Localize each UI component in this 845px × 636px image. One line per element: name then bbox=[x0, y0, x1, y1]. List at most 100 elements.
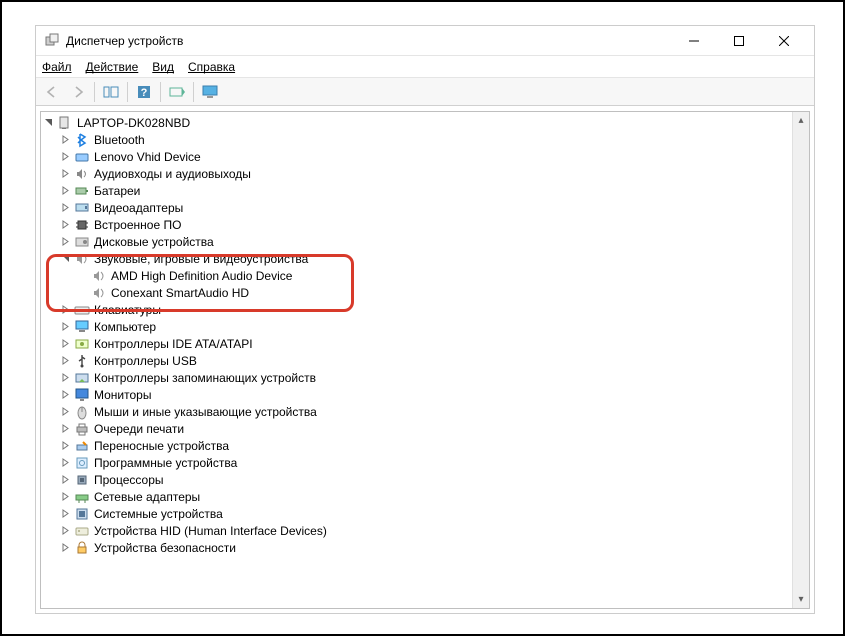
inner-window: Диспетчер устройств Файл Действие Вид Сп… bbox=[35, 25, 815, 614]
tree-label: Встроенное ПО bbox=[92, 218, 181, 232]
tree-row-cat2-9[interactable]: Программные устройства bbox=[41, 454, 809, 471]
tree-row-cat2-0[interactable]: Клавиатуры bbox=[41, 301, 809, 318]
app-icon bbox=[44, 33, 60, 49]
expand-icon[interactable] bbox=[58, 167, 72, 181]
tree-label: Контроллеры USB bbox=[92, 354, 197, 368]
scan-button[interactable] bbox=[165, 81, 189, 103]
expand-icon[interactable] bbox=[58, 490, 72, 504]
tree-row-cat2-7[interactable]: Очереди печати bbox=[41, 420, 809, 437]
hid-icon bbox=[74, 523, 90, 539]
tree-label: AMD High Definition Audio Device bbox=[109, 269, 292, 283]
device-tree[interactable]: LAPTOP-DK028NBDBluetooth Lenovo Vhid Devi… bbox=[41, 114, 809, 606]
tree-label: Батареи bbox=[92, 184, 140, 198]
tree-row-cat-0[interactable]: Bluetooth bbox=[41, 131, 809, 148]
expand-icon[interactable] bbox=[58, 371, 72, 385]
expand-icon[interactable] bbox=[58, 320, 72, 334]
expand-icon[interactable] bbox=[58, 439, 72, 453]
expand-icon[interactable] bbox=[58, 541, 72, 555]
minimize-button[interactable] bbox=[671, 27, 716, 55]
tree-row-cat-2[interactable]: Аудиовходы и аудиовыходы bbox=[41, 165, 809, 182]
security-icon bbox=[74, 540, 90, 556]
menu-file[interactable]: Файл bbox=[42, 60, 72, 74]
tree-row-cat2-13[interactable]: Устройства HID (Human Interface Devices) bbox=[41, 522, 809, 539]
audio-vol-icon bbox=[91, 285, 107, 301]
forward-button[interactable] bbox=[66, 81, 90, 103]
expand-icon[interactable] bbox=[58, 405, 72, 419]
tree-row-audio-child-1[interactable]: Conexant SmartAudio HD bbox=[41, 284, 809, 301]
expand-icon[interactable] bbox=[58, 133, 72, 147]
menu-view[interactable]: Вид bbox=[152, 60, 174, 74]
storage-icon bbox=[74, 370, 90, 386]
expand-icon[interactable] bbox=[58, 388, 72, 402]
tree-row-cat2-3[interactable]: Контроллеры USB bbox=[41, 352, 809, 369]
back-button[interactable] bbox=[40, 81, 64, 103]
menu-action[interactable]: Действие bbox=[86, 60, 139, 74]
expand-icon[interactable] bbox=[58, 303, 72, 317]
expand-icon[interactable] bbox=[58, 422, 72, 436]
toolbar: ? bbox=[36, 78, 814, 106]
tree-row-root[interactable]: LAPTOP-DK028NBD bbox=[41, 114, 809, 131]
monitor-button[interactable] bbox=[198, 81, 222, 103]
tree-row-cat2-1[interactable]: Компьютер bbox=[41, 318, 809, 335]
toolbar-separator bbox=[193, 82, 194, 102]
tree-row-cat2-5[interactable]: Мониторы bbox=[41, 386, 809, 403]
tree-label: Устройства HID (Human Interface Devices) bbox=[92, 524, 327, 538]
expand-icon[interactable] bbox=[58, 337, 72, 351]
app-window: Диспетчер устройств Файл Действие Вид Сп… bbox=[0, 0, 845, 636]
tree-row-cat-3[interactable]: Батареи bbox=[41, 182, 809, 199]
tree-row-cat2-4[interactable]: Контроллеры запоминающих устройств bbox=[41, 369, 809, 386]
expand-icon[interactable] bbox=[58, 235, 72, 249]
vertical-scrollbar[interactable]: ▴ ▾ bbox=[792, 112, 809, 608]
software-icon bbox=[74, 455, 90, 471]
menu-help[interactable]: Справка bbox=[188, 60, 235, 74]
tree-label: Очереди печати bbox=[92, 422, 184, 436]
tree-row-cat2-10[interactable]: Процессоры bbox=[41, 471, 809, 488]
tree-row-cat2-8[interactable]: Переносные устройства bbox=[41, 437, 809, 454]
tree-row-cat2-6[interactable]: Мыши и иные указывающие устройства bbox=[41, 403, 809, 420]
tree-row-audio-child-0[interactable]: AMD High Definition Audio Device bbox=[41, 267, 809, 284]
tree-label: Lenovo Vhid Device bbox=[92, 150, 201, 164]
expand-icon[interactable] bbox=[58, 218, 72, 232]
expand-icon[interactable] bbox=[58, 201, 72, 215]
scroll-track[interactable] bbox=[793, 129, 809, 591]
tree-label: Мониторы bbox=[92, 388, 151, 402]
tree-row-audio-cat[interactable]: Звуковые, игровые и видеоустройства bbox=[41, 250, 809, 267]
help-button[interactable]: ? bbox=[132, 81, 156, 103]
tree-row-cat2-2[interactable]: Контроллеры IDE ATA/ATAPI bbox=[41, 335, 809, 352]
portable-icon bbox=[74, 438, 90, 454]
tree-row-cat-1[interactable]: Lenovo Vhid Device bbox=[41, 148, 809, 165]
ide-icon bbox=[74, 336, 90, 352]
maximize-button[interactable] bbox=[716, 27, 761, 55]
scroll-down-button[interactable]: ▾ bbox=[793, 591, 809, 608]
tree-label: Дисковые устройства bbox=[92, 235, 214, 249]
svg-text:?: ? bbox=[141, 87, 148, 99]
tree-row-cat2-12[interactable]: Системные устройства bbox=[41, 505, 809, 522]
tree-row-cat-5[interactable]: Встроенное ПО bbox=[41, 216, 809, 233]
expand-icon[interactable] bbox=[58, 456, 72, 470]
tree-row-cat2-14[interactable]: Устройства безопасности bbox=[41, 539, 809, 556]
collapse-icon[interactable] bbox=[41, 116, 55, 130]
tree-label: Компьютер bbox=[92, 320, 156, 334]
toolbar-separator bbox=[127, 82, 128, 102]
expand-icon[interactable] bbox=[58, 184, 72, 198]
show-hide-console-button[interactable] bbox=[99, 81, 123, 103]
system-icon bbox=[74, 506, 90, 522]
expand-icon[interactable] bbox=[58, 150, 72, 164]
expand-icon[interactable] bbox=[58, 354, 72, 368]
tree-row-cat-4[interactable]: Видеоадаптеры bbox=[41, 199, 809, 216]
scroll-up-button[interactable]: ▴ bbox=[793, 112, 809, 129]
tree-label: Аудиовходы и аудиовыходы bbox=[92, 167, 251, 181]
tree-row-cat-6[interactable]: Дисковые устройства bbox=[41, 233, 809, 250]
close-button[interactable] bbox=[761, 27, 806, 55]
expand-icon[interactable] bbox=[58, 524, 72, 538]
tree-label: Клавиатуры bbox=[92, 303, 161, 317]
tree-label: Сетевые адаптеры bbox=[92, 490, 200, 504]
expand-icon[interactable] bbox=[58, 507, 72, 521]
computer-icon bbox=[74, 319, 90, 335]
chip-icon bbox=[74, 217, 90, 233]
expand-icon[interactable] bbox=[58, 473, 72, 487]
printer-icon bbox=[74, 421, 90, 437]
collapse-icon[interactable] bbox=[58, 252, 72, 266]
tree-row-cat2-11[interactable]: Сетевые адаптеры bbox=[41, 488, 809, 505]
mouse-icon bbox=[74, 404, 90, 420]
